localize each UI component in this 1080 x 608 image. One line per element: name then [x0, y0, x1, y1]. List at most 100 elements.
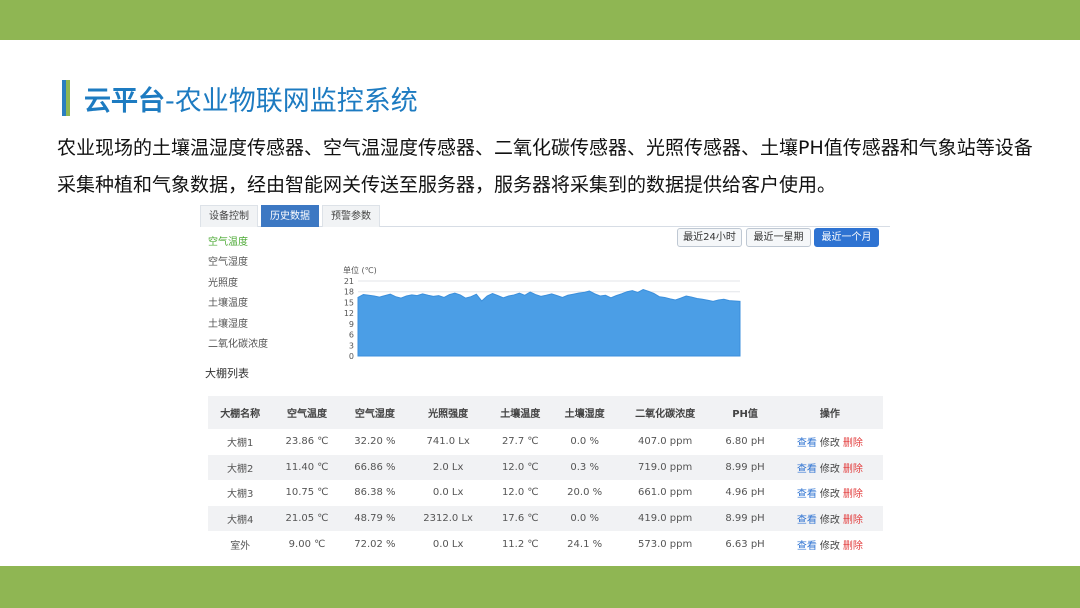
y-tick-label: 21	[344, 277, 354, 286]
sidebar-item-air-humidity[interactable]: 空气湿度	[208, 253, 248, 268]
cell-ph: 6.63 pH	[713, 530, 777, 557]
range-month-button[interactable]: 最近一个月	[814, 228, 879, 247]
delete-link[interactable]: 删除	[843, 489, 863, 500]
cell-soil-humidity: 24.1 %	[552, 530, 617, 557]
range-week-button[interactable]: 最近一星期	[746, 228, 811, 247]
range-24h-button[interactable]: 最近24小时	[677, 228, 742, 247]
cell-actions: 查看 修改 删除	[776, 454, 883, 480]
cell-air-humidity: 86.38 %	[341, 479, 409, 506]
cell-actions: 查看 修改 删除	[776, 479, 883, 506]
cell-name: 大棚4	[208, 505, 273, 531]
cell-soil-humidity: 0.0 %	[552, 505, 617, 531]
cell-air-temp: 10.75 ℃	[272, 479, 342, 506]
sidebar-item-light[interactable]: 光照度	[208, 274, 238, 289]
col-soil-humidity-header: 土壤湿度	[552, 396, 617, 429]
cell-actions: 查看 修改 删除	[776, 428, 883, 455]
y-tick-label: 3	[349, 341, 354, 350]
cell-ph: 8.99 pH	[713, 454, 777, 480]
cell-soil-temp: 17.6 ℃	[488, 505, 553, 531]
view-link[interactable]: 查看	[797, 489, 817, 500]
cell-light: 741.0 Lx	[408, 428, 489, 455]
title-main: -农业物联网监控系统	[165, 85, 418, 117]
cell-co2: 573.0 ppm	[616, 530, 714, 557]
delete-link[interactable]: 删除	[843, 541, 863, 552]
view-link[interactable]: 查看	[797, 438, 817, 449]
table-header-row: 大棚名称 空气温度 空气湿度 光照强度 土壤温度 土壤湿度 二氧化碳浓度 PH值…	[208, 396, 883, 429]
cell-air-humidity: 32.20 %	[341, 428, 409, 455]
tab-device-control[interactable]: 设备控制	[200, 205, 258, 227]
y-tick-label: 6	[349, 331, 354, 340]
tab-alert-params[interactable]: 预警参数	[322, 205, 380, 227]
page-title: 云平台-农业物联网监控系统	[84, 79, 418, 118]
slide-description: 农业现场的土壤温湿度传感器、空气温湿度传感器、二氧化碳传感器、光照传感器、土壤P…	[57, 137, 1033, 196]
y-tick-label: 15	[344, 298, 354, 307]
cell-soil-humidity: 0.0 %	[552, 428, 617, 455]
table-row: 大棚1 23.86 ℃ 32.20 % 741.0 Lx 27.7 ℃ 0.0 …	[208, 428, 883, 455]
cell-soil-temp: 27.7 ℃	[488, 428, 553, 455]
sidebar-item-soil-humidity[interactable]: 土壤湿度	[208, 315, 248, 330]
col-ph-header: PH值	[713, 396, 777, 429]
temperature-series-area	[357, 289, 741, 357]
cell-air-temp: 23.86 ℃	[272, 428, 342, 455]
sidebar-item-co2[interactable]: 二氧化碳浓度	[208, 335, 268, 350]
cell-air-humidity: 48.79 %	[341, 505, 409, 531]
chart-unit-label: 单位 (℃)	[343, 265, 377, 275]
y-tick-label: 18	[344, 288, 354, 297]
edit-link[interactable]: 修改	[820, 464, 840, 475]
view-link[interactable]: 查看	[797, 515, 817, 526]
y-tick-label: 12	[344, 309, 354, 318]
cell-co2: 407.0 ppm	[616, 428, 714, 455]
delete-link[interactable]: 删除	[843, 464, 863, 475]
cell-air-temp: 21.05 ℃	[272, 505, 342, 531]
title-accent-bar	[62, 80, 70, 116]
tab-history-data[interactable]: 历史数据	[261, 205, 319, 227]
delete-link[interactable]: 删除	[843, 438, 863, 449]
cell-actions: 查看 修改 删除	[776, 505, 883, 531]
y-tick-label: 0	[349, 352, 354, 361]
cell-air-temp: 11.40 ℃	[272, 454, 342, 480]
delete-link[interactable]: 删除	[843, 515, 863, 526]
cell-air-temp: 9.00 ℃	[272, 530, 342, 557]
bottom-green-band	[0, 566, 1080, 608]
col-name-header: 大棚名称	[208, 396, 273, 429]
cell-soil-temp: 11.2 ℃	[488, 530, 553, 557]
cell-ph: 6.80 pH	[713, 428, 777, 455]
cell-soil-temp: 12.0 ℃	[488, 479, 553, 506]
table-row: 大棚4 21.05 ℃ 48.79 % 2312.0 Lx 17.6 ℃ 0.0…	[208, 505, 883, 531]
edit-link[interactable]: 修改	[820, 541, 840, 552]
cell-actions: 查看 修改 删除	[776, 530, 883, 557]
cell-light: 2.0 Lx	[408, 454, 489, 480]
y-tick-label: 9	[349, 320, 354, 329]
slide-title: 云平台-农业物联网监控系统	[62, 78, 418, 118]
col-air-humidity-header: 空气湿度	[341, 396, 409, 429]
cell-air-humidity: 72.02 %	[341, 530, 409, 557]
table-row: 大棚3 10.75 ℃ 86.38 % 0.0 Lx 12.0 ℃ 20.0 %…	[208, 479, 883, 506]
list-title: 大棚列表	[205, 367, 249, 380]
col-action-header: 操作	[776, 396, 883, 429]
cell-name: 大棚3	[208, 479, 273, 506]
cell-name: 大棚1	[208, 428, 273, 455]
top-green-band	[0, 0, 1080, 40]
cell-light: 2312.0 Lx	[408, 505, 489, 531]
cell-light: 0.0 Lx	[408, 530, 489, 557]
cell-co2: 661.0 ppm	[616, 479, 714, 506]
view-link[interactable]: 查看	[797, 541, 817, 552]
sidebar-item-soil-temp[interactable]: 土壤温度	[208, 294, 248, 309]
col-light-header: 光照强度	[408, 396, 489, 429]
cell-air-humidity: 66.86 %	[341, 454, 409, 480]
cell-light: 0.0 Lx	[408, 479, 489, 506]
edit-link[interactable]: 修改	[820, 438, 840, 449]
edit-link[interactable]: 修改	[820, 489, 840, 500]
title-prefix: 云平台	[84, 85, 165, 117]
sidebar-item-air-temp[interactable]: 空气温度	[208, 233, 248, 248]
cell-co2: 419.0 ppm	[616, 505, 714, 531]
col-soil-temp-header: 土壤温度	[488, 396, 553, 429]
monitor-panel: 设备控制 历史数据 预警参数 空气温度 空气湿度 光照度 土壤温度 土壤湿度 二…	[200, 203, 890, 563]
view-link[interactable]: 查看	[797, 464, 817, 475]
cell-ph: 4.96 pH	[713, 479, 777, 506]
table-row: 大棚2 11.40 ℃ 66.86 % 2.0 Lx 12.0 ℃ 0.3 % …	[208, 454, 883, 480]
edit-link[interactable]: 修改	[820, 515, 840, 526]
greenhouse-table: 大棚名称 空气温度 空气湿度 光照强度 土壤温度 土壤湿度 二氧化碳浓度 PH值…	[208, 396, 883, 557]
temperature-area-chart: 单位 (℃) 21 1815 12 9 63 0	[343, 265, 741, 361]
cell-soil-temp: 12.0 ℃	[488, 454, 553, 480]
